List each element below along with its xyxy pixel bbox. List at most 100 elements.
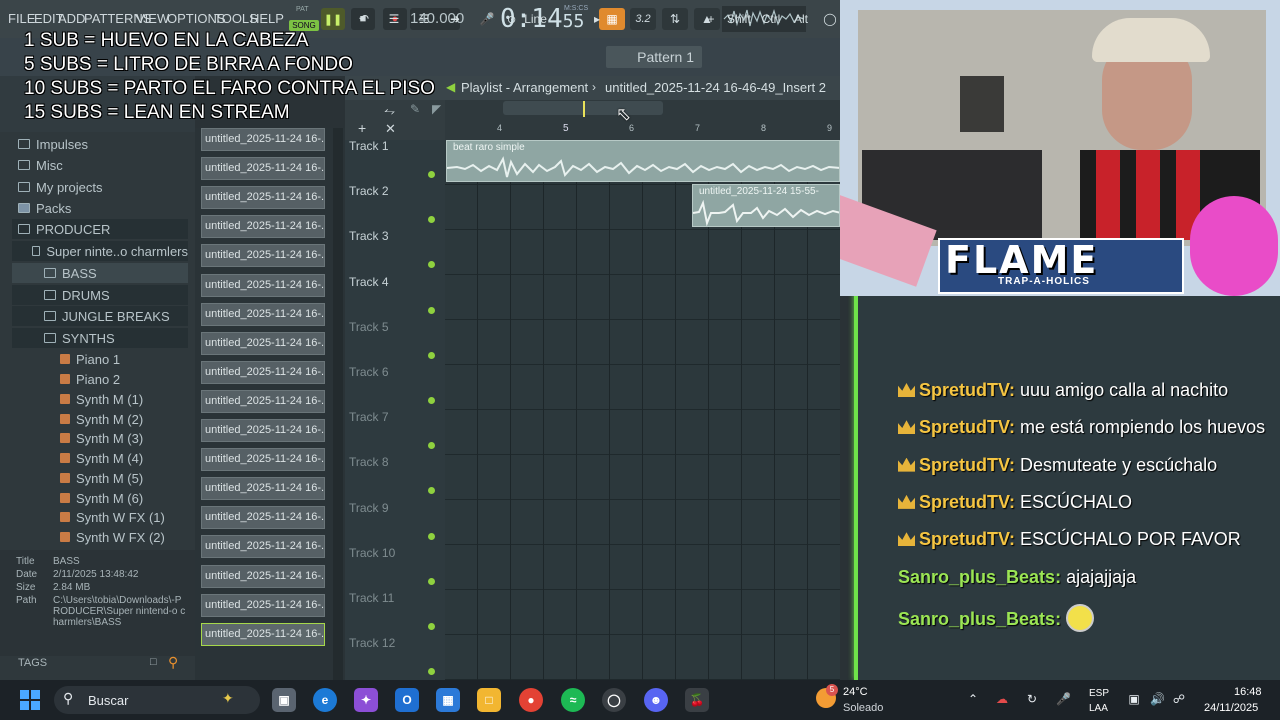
- copilot-icon[interactable]: ✦: [354, 688, 378, 712]
- refresh-icon[interactable]: ↻: [1025, 692, 1039, 706]
- weather-description[interactable]: Soleado: [843, 702, 883, 714]
- fl-studio-icon[interactable]: 🍒: [685, 688, 709, 712]
- track-mute-led[interactable]: [428, 397, 435, 404]
- edge-icon[interactable]: e: [313, 688, 337, 712]
- pattern-prev-icon[interactable]: ▸: [590, 8, 604, 30]
- track-mute-led[interactable]: [428, 171, 435, 178]
- slice-icon[interactable]: ◤: [432, 102, 441, 116]
- ctrl-key[interactable]: Ctrl: [758, 8, 784, 30]
- store-icon[interactable]: ▦: [436, 688, 460, 712]
- folder-drums[interactable]: DRUMS: [12, 285, 188, 305]
- menu-file[interactable]: FILE: [8, 11, 35, 26]
- clip-item[interactable]: untitled_2025-11-24 16-...: [201, 448, 325, 472]
- add-track-icon[interactable]: +: [358, 120, 366, 136]
- clock-time[interactable]: 16:48: [1234, 686, 1262, 698]
- outlook-icon[interactable]: O: [395, 688, 419, 712]
- draw-tool-icon[interactable]: ⥊: [384, 102, 395, 119]
- file-item[interactable]: Piano 1: [60, 349, 120, 369]
- clip-item[interactable]: untitled_2025-11-24 16-...: [201, 477, 325, 501]
- close-icon[interactable]: ✕: [385, 121, 396, 137]
- clip-item[interactable]: untitled_2025-11-24 16-...: [201, 273, 325, 297]
- spotify-icon[interactable]: ≈: [561, 688, 585, 712]
- alt-key[interactable]: Alt: [789, 8, 813, 30]
- weather-temperature[interactable]: 24°C: [843, 686, 868, 698]
- audio-clip[interactable]: untitled_2025-11-24 15-55-: [692, 184, 840, 227]
- file-explorer-icon[interactable]: □: [477, 688, 501, 712]
- audio-clip[interactable]: beat raro simple: [446, 140, 840, 182]
- folder-packs[interactable]: Packs: [18, 198, 71, 218]
- track-name[interactable]: Track 10: [349, 546, 395, 560]
- folder-jungle-breaks[interactable]: JUNGLE BREAKS: [12, 306, 188, 326]
- track-name[interactable]: Track 4: [349, 275, 389, 289]
- clip-item[interactable]: untitled_2025-11-24 16-...: [201, 157, 325, 181]
- file-item[interactable]: Synth M (4): [60, 448, 143, 468]
- windows-start-icon[interactable]: [20, 690, 40, 710]
- cloud-sync-icon[interactable]: ☁: [995, 692, 1009, 706]
- chrome-icon[interactable]: ●: [519, 688, 543, 712]
- track-name[interactable]: Track 7: [349, 410, 389, 424]
- clip-item[interactable]: untitled_2025-11-24 16-...: [201, 128, 325, 151]
- track-name[interactable]: Track 5: [349, 320, 389, 334]
- snap-select[interactable]: ⊙ Line: [505, 8, 585, 30]
- pitch-display[interactable]: 3.2: [630, 8, 656, 30]
- folder-icon[interactable]: □: [150, 656, 157, 668]
- track-name[interactable]: Track 1: [349, 139, 389, 153]
- folder-bass[interactable]: BASS: [12, 263, 188, 283]
- file-item[interactable]: Synth M (6): [60, 488, 143, 508]
- track-name[interactable]: Track 2: [349, 184, 389, 198]
- folder-producer[interactable]: PRODUCER: [12, 219, 188, 239]
- clip-item[interactable]: untitled_2025-11-24 16-...: [201, 564, 325, 588]
- clip-item[interactable]: untitled_2025-11-24 16-...: [201, 622, 325, 646]
- clip-item[interactable]: untitled_2025-11-24 16-...: [201, 302, 325, 326]
- hint-icon[interactable]: ◯: [820, 8, 840, 30]
- track-name[interactable]: Track 9: [349, 501, 389, 515]
- display-icon[interactable]: ▣: [1127, 692, 1141, 706]
- clip-item[interactable]: untitled_2025-11-24 16-...: [201, 244, 325, 268]
- track-name[interactable]: Track 12: [349, 636, 395, 650]
- search-icon[interactable]: ⚲: [168, 654, 178, 671]
- chevron-up-icon[interactable]: ⌃: [966, 692, 980, 706]
- folder-misc[interactable]: Misc: [18, 155, 63, 175]
- folder-synths[interactable]: SYNTHS: [12, 328, 188, 348]
- clip-item[interactable]: untitled_2025-11-24 16-...: [201, 419, 325, 442]
- track-name[interactable]: Track 11: [349, 591, 394, 605]
- menu-view[interactable]: VIEW: [136, 11, 169, 26]
- track-mute-led[interactable]: [428, 351, 435, 359]
- file-item[interactable]: Synth W FX (2): [60, 527, 165, 547]
- clip-item[interactable]: untitled_2025-11-24 16-...: [201, 186, 325, 210]
- microphone-icon[interactable]: 🎤: [1056, 692, 1071, 706]
- microphone-icon[interactable]: 🎤: [475, 8, 499, 30]
- mixer-icon[interactable]: ☷: [412, 8, 436, 30]
- track-mute-led[interactable]: [428, 532, 435, 540]
- volume-icon[interactable]: 🔊: [1150, 692, 1165, 706]
- discord-icon[interactable]: ☻: [644, 688, 668, 712]
- network-icon[interactable]: ☍: [1172, 692, 1186, 706]
- track-mute-led[interactable]: [428, 306, 435, 314]
- task-view-icon[interactable]: ▣: [272, 688, 296, 712]
- file-item[interactable]: Synth M (1): [60, 389, 143, 409]
- track-name[interactable]: Track 8: [349, 455, 389, 469]
- menu-help[interactable]: HELP: [250, 11, 284, 26]
- keyboard-layout-indicator[interactable]: LAA: [1089, 703, 1108, 714]
- track-name[interactable]: Track 6: [349, 365, 389, 379]
- file-item[interactable]: Piano 2: [60, 369, 120, 389]
- clip-item[interactable]: untitled_2025-11-24 16-...: [201, 331, 325, 355]
- arrow-right-icon[interactable]: ➜: [443, 8, 467, 30]
- track-name[interactable]: Track 3: [349, 229, 389, 243]
- snap-magnet-icon[interactable]: ↶: [352, 8, 376, 30]
- playlist-icon[interactable]: ☰: [382, 8, 406, 30]
- loop-record-icon[interactable]: ⇅: [662, 8, 688, 30]
- language-indicator[interactable]: ESP: [1089, 688, 1109, 699]
- track-mute-led[interactable]: [428, 577, 435, 585]
- file-item[interactable]: Synth W FX (1): [60, 507, 165, 527]
- add-pattern-button[interactable]: +: [703, 8, 719, 30]
- clip-item[interactable]: untitled_2025-11-24 16-...: [201, 360, 325, 384]
- obs-icon[interactable]: ◯: [602, 688, 626, 712]
- folder-super-nintendo[interactable]: Super ninte..o charmlers: [12, 241, 188, 261]
- clip-item[interactable]: untitled_2025-11-24 16-...: [201, 593, 325, 617]
- clip-item[interactable]: untitled_2025-11-24 16-...: [201, 535, 325, 559]
- playlist-arrow-icon[interactable]: ◀: [446, 80, 455, 94]
- file-item[interactable]: Synth M (3): [60, 428, 143, 448]
- pattern-selector[interactable]: Pattern 1: [606, 46, 702, 68]
- clip-item[interactable]: untitled_2025-11-24 16-...: [201, 215, 325, 239]
